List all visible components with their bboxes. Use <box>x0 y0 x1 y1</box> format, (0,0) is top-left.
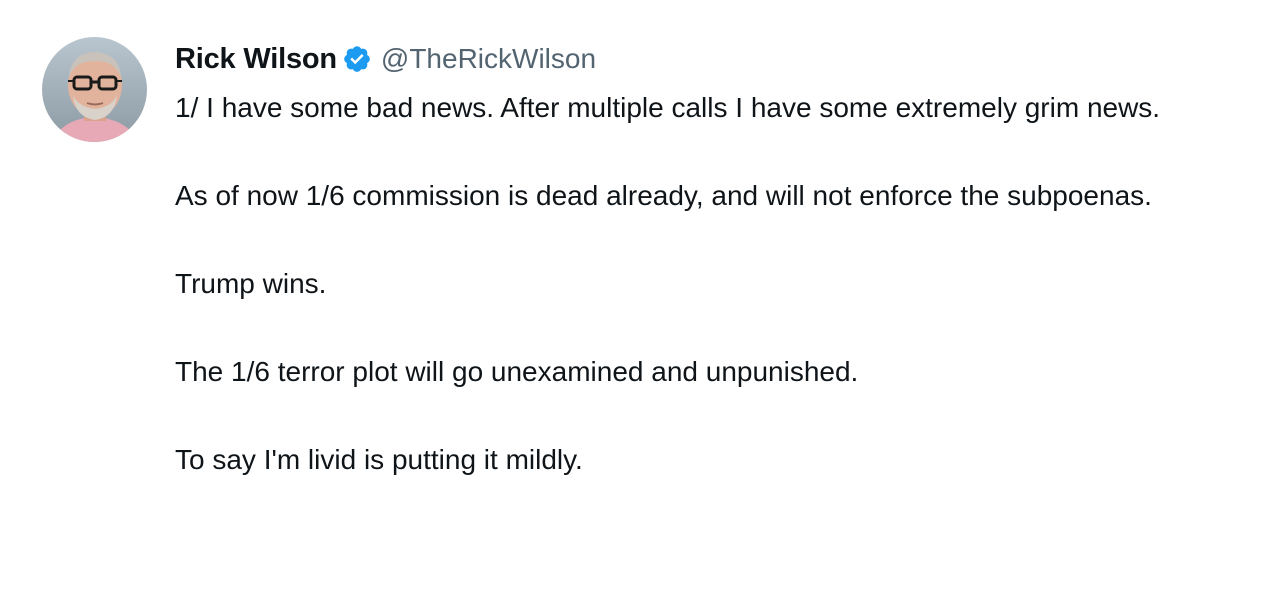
tweet-paragraph: The 1/6 terror plot will go unexamined a… <box>175 356 859 387</box>
avatar-photo <box>42 37 147 142</box>
tweet-text: 1/ I have some bad news. After multiple … <box>175 86 1255 482</box>
author-handle[interactable]: @TheRickWilson <box>381 43 596 75</box>
tweet-header: Rick Wilson @TheRickWilson <box>175 40 596 78</box>
author-display-name[interactable]: Rick Wilson <box>175 43 337 76</box>
verified-badge-icon <box>342 44 372 74</box>
tweet-paragraph: To say I'm livid is putting it mildly. <box>175 444 583 475</box>
tweet-paragraph: Trump wins. <box>175 268 327 299</box>
tweet: Rick Wilson @TheRickWilson 1/ I have som… <box>0 0 1280 601</box>
tweet-paragraph: As of now 1/6 commission is dead already… <box>175 180 1152 211</box>
tweet-paragraph: 1/ I have some bad news. After multiple … <box>175 92 1161 123</box>
avatar[interactable] <box>42 37 147 142</box>
